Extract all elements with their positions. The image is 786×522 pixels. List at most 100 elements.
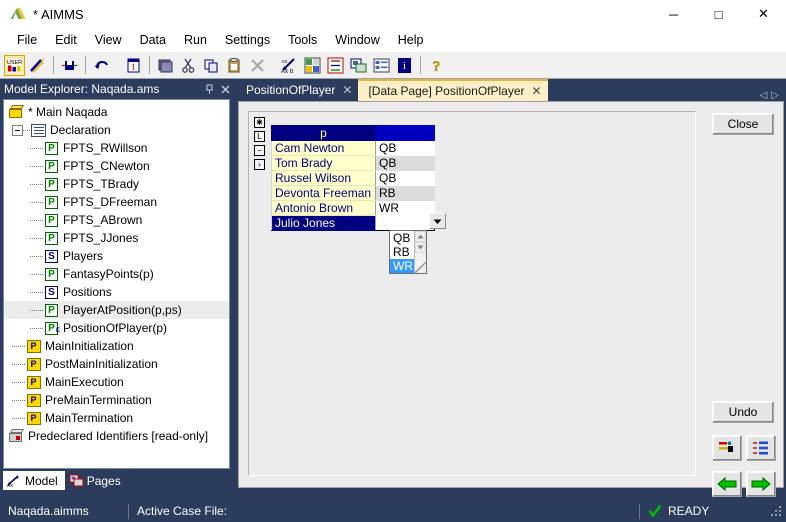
- table-cell-position[interactable]: QB: [375, 155, 435, 171]
- info-icon[interactable]: i: [394, 55, 415, 76]
- table-row[interactable]: Russel Wilson QB: [271, 170, 435, 186]
- menu-settings[interactable]: Settings: [216, 30, 279, 50]
- previous-record-button[interactable]: [712, 471, 742, 497]
- table-cell-player[interactable]: Russel Wilson: [271, 170, 376, 186]
- menu-file[interactable]: File: [8, 30, 46, 50]
- minimize-button[interactable]: ─: [651, 0, 696, 28]
- cut-icon[interactable]: [178, 55, 199, 76]
- explorer-tab-model[interactable]: cx Ax Model: [3, 471, 65, 490]
- table-select-all-button[interactable]: ✱: [254, 117, 265, 128]
- user-colors-icon[interactable]: USER: [4, 54, 25, 76]
- tree-item[interactable]: P MainInitialization: [4, 337, 229, 355]
- math-program-icon[interactable]: cx Ax b: [279, 55, 300, 76]
- column-header-index[interactable]: p: [271, 125, 376, 141]
- help-icon[interactable]: ?: [426, 55, 447, 76]
- tab-close-icon[interactable]: ✕: [532, 84, 542, 98]
- table-layout-button[interactable]: L: [254, 131, 265, 142]
- tree-item[interactable]: S Positions: [4, 283, 229, 301]
- insert-row-button[interactable]: [712, 435, 742, 461]
- position-dropdown-list[interactable]: QB RB WR: [389, 230, 427, 274]
- table-collapse-button[interactable]: −: [254, 145, 265, 156]
- table-row[interactable]: Antonio Brown WR: [271, 200, 435, 216]
- position-of-player-table[interactable]: p Cam Newton QB Tom Brady QB Russel Wilson QB…: [271, 125, 435, 231]
- new-page-icon[interactable]: 1: [123, 55, 144, 76]
- delete-icon[interactable]: [247, 55, 268, 76]
- document-tab-positionofplayer[interactable]: PositionOfPlayer ✕: [236, 79, 358, 101]
- table-cell-position[interactable]: WR: [375, 200, 435, 216]
- menu-view[interactable]: View: [86, 30, 131, 50]
- tree-item[interactable]: * Main Naqada: [4, 103, 229, 121]
- tree-item[interactable]: P FantasyPoints(p): [4, 265, 229, 283]
- tree-item[interactable]: P FPTS_RWillson: [4, 139, 229, 157]
- tree-item[interactable]: P PostMainInitialization: [4, 355, 229, 373]
- tree-item[interactable]: P PreMainTermination: [4, 391, 229, 409]
- tree-item[interactable]: P FPTS_TBrady: [4, 175, 229, 193]
- data-properties-button[interactable]: [746, 435, 776, 461]
- close-button[interactable]: ✕: [741, 0, 786, 28]
- menu-window[interactable]: Window: [326, 30, 388, 50]
- table-cell-player[interactable]: Antonio Brown: [271, 200, 376, 216]
- menu-run[interactable]: Run: [175, 30, 216, 50]
- position-dropdown-button[interactable]: [429, 213, 446, 229]
- table-cell-position[interactable]: QB: [375, 170, 435, 186]
- tab-prev-button[interactable]: ◁: [760, 90, 768, 101]
- dropdown-scrollbar[interactable]: [414, 231, 426, 273]
- tree-item[interactable]: P MainTermination: [4, 409, 229, 427]
- close-icon[interactable]: [217, 81, 233, 97]
- table-cell-position[interactable]: RB: [375, 185, 435, 201]
- next-record-button[interactable]: [746, 471, 776, 497]
- close-button[interactable]: Close: [712, 113, 774, 135]
- table-row[interactable]: Devonta Freeman RB: [271, 185, 435, 201]
- tab-next-button[interactable]: ▷: [771, 90, 779, 101]
- undo-button[interactable]: Undo: [712, 401, 774, 423]
- tree-item[interactable]: P FPTS_DFreeman: [4, 193, 229, 211]
- maximize-button[interactable]: □: [696, 0, 741, 28]
- pencil-tools-icon[interactable]: [27, 55, 48, 76]
- table-row[interactable]: Julio Jones: [271, 215, 435, 231]
- menu-data[interactable]: Data: [131, 30, 175, 50]
- tree-item[interactable]: PPositionOfPlayer(p): [4, 319, 229, 337]
- table-cell-position[interactable]: [375, 215, 435, 231]
- tree-connector: [30, 291, 43, 293]
- open-folder-icon[interactable]: [155, 55, 176, 76]
- table-cell-position[interactable]: QB: [375, 140, 435, 156]
- scroll-down-icon[interactable]: [415, 242, 426, 253]
- resize-grip[interactable]: [770, 505, 783, 518]
- model-tree-panel[interactable]: * Main Naqada Declaration P FPTS_RWillson P F…: [3, 99, 230, 469]
- tree-item[interactable]: Predeclared Identifiers [read-only]: [4, 427, 229, 445]
- tree-item[interactable]: P MainExecution: [4, 373, 229, 391]
- menu-tools[interactable]: Tools: [279, 30, 326, 50]
- tree-item[interactable]: S Players: [4, 247, 229, 265]
- paste-icon[interactable]: [224, 55, 245, 76]
- svg-text:Ax: Ax: [7, 483, 13, 487]
- tree-item[interactable]: P FPTS_ABrown: [4, 211, 229, 229]
- identifier-grid-icon[interactable]: [302, 55, 323, 76]
- table-row[interactable]: Cam Newton QB: [271, 140, 435, 156]
- table-row[interactable]: Tom Brady QB: [271, 155, 435, 171]
- page-manager-icon[interactable]: [348, 55, 369, 76]
- tree-item[interactable]: P FPTS_CNewton: [4, 157, 229, 175]
- model-tree-icon[interactable]: [325, 55, 346, 76]
- explorer-tab-pages[interactable]: Pages: [65, 471, 128, 490]
- table-cell-player[interactable]: Cam Newton: [271, 140, 376, 156]
- list-view-icon[interactable]: [371, 55, 392, 76]
- document-tab-data-page[interactable]: [Data Page] PositionOfPlayer ✕: [358, 79, 548, 101]
- tree-expander-icon[interactable]: [12, 124, 23, 136]
- table-cell-player[interactable]: Julio Jones: [271, 215, 376, 231]
- table-cell-player[interactable]: Devonta Freeman: [271, 185, 376, 201]
- procedure-icon: P: [25, 357, 42, 372]
- tree-item[interactable]: P PlayerAtPosition(p,ps): [4, 301, 229, 319]
- copy-icon[interactable]: [201, 55, 222, 76]
- tab-close-icon[interactable]: ✕: [342, 83, 352, 97]
- menu-edit[interactable]: Edit: [46, 30, 86, 50]
- scroll-up-icon[interactable]: [415, 231, 426, 242]
- undo-icon[interactable]: [91, 55, 112, 76]
- menu-help[interactable]: Help: [389, 30, 433, 50]
- column-header-value[interactable]: [375, 125, 435, 141]
- table-expand-button[interactable]: ›: [254, 159, 265, 170]
- tree-item[interactable]: Declaration: [4, 121, 229, 139]
- tree-item[interactable]: P FPTS_JJones: [4, 229, 229, 247]
- pin-icon[interactable]: [201, 81, 217, 97]
- table-cell-player[interactable]: Tom Brady: [271, 155, 376, 171]
- save-all-icon[interactable]: [59, 55, 80, 76]
